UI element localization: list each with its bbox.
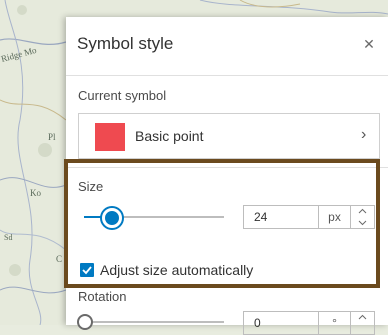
current-symbol-label: Current symbol <box>78 88 167 103</box>
check-icon <box>82 266 92 275</box>
symbol-name: Basic point <box>135 128 204 144</box>
size-label: Size <box>78 179 104 194</box>
adjust-size-checkbox[interactable] <box>80 263 94 277</box>
chevron-down-icon[interactable] <box>351 217 374 228</box>
symbol-style-panel: Symbol style ✕ Current symbol Basic poin… <box>66 17 388 335</box>
current-symbol-button[interactable]: Basic point › <box>78 113 380 159</box>
rotation-unit: ° <box>319 311 351 335</box>
close-icon[interactable]: ✕ <box>360 35 378 53</box>
size-input[interactable]: 24 <box>243 205 319 229</box>
map-label-c: C <box>56 254 62 264</box>
rotation-slider-track <box>84 321 224 323</box>
map-label-pl: Pl <box>48 132 56 142</box>
chevron-up-icon[interactable] <box>351 312 374 323</box>
chevron-up-icon[interactable] <box>351 206 374 217</box>
chevron-right-icon: › <box>361 126 367 143</box>
size-slider-thumb[interactable] <box>102 208 122 228</box>
rotation-label: Rotation <box>78 289 127 304</box>
section-divider <box>66 167 388 168</box>
size-spinner[interactable] <box>351 205 375 229</box>
rotation-input[interactable]: 0 <box>243 311 319 335</box>
rotation-spinner[interactable] <box>351 311 375 335</box>
panel-header: Symbol style ✕ <box>66 17 388 76</box>
adjust-size-label: Adjust size automatically <box>100 262 254 278</box>
symbol-swatch <box>95 123 125 151</box>
rotation-slider-thumb[interactable] <box>77 314 93 330</box>
map-label-ko: Ko <box>30 188 41 198</box>
map-label-sd: Sd <box>4 233 12 242</box>
size-unit: px <box>319 205 351 229</box>
panel-title: Symbol style <box>77 34 174 53</box>
